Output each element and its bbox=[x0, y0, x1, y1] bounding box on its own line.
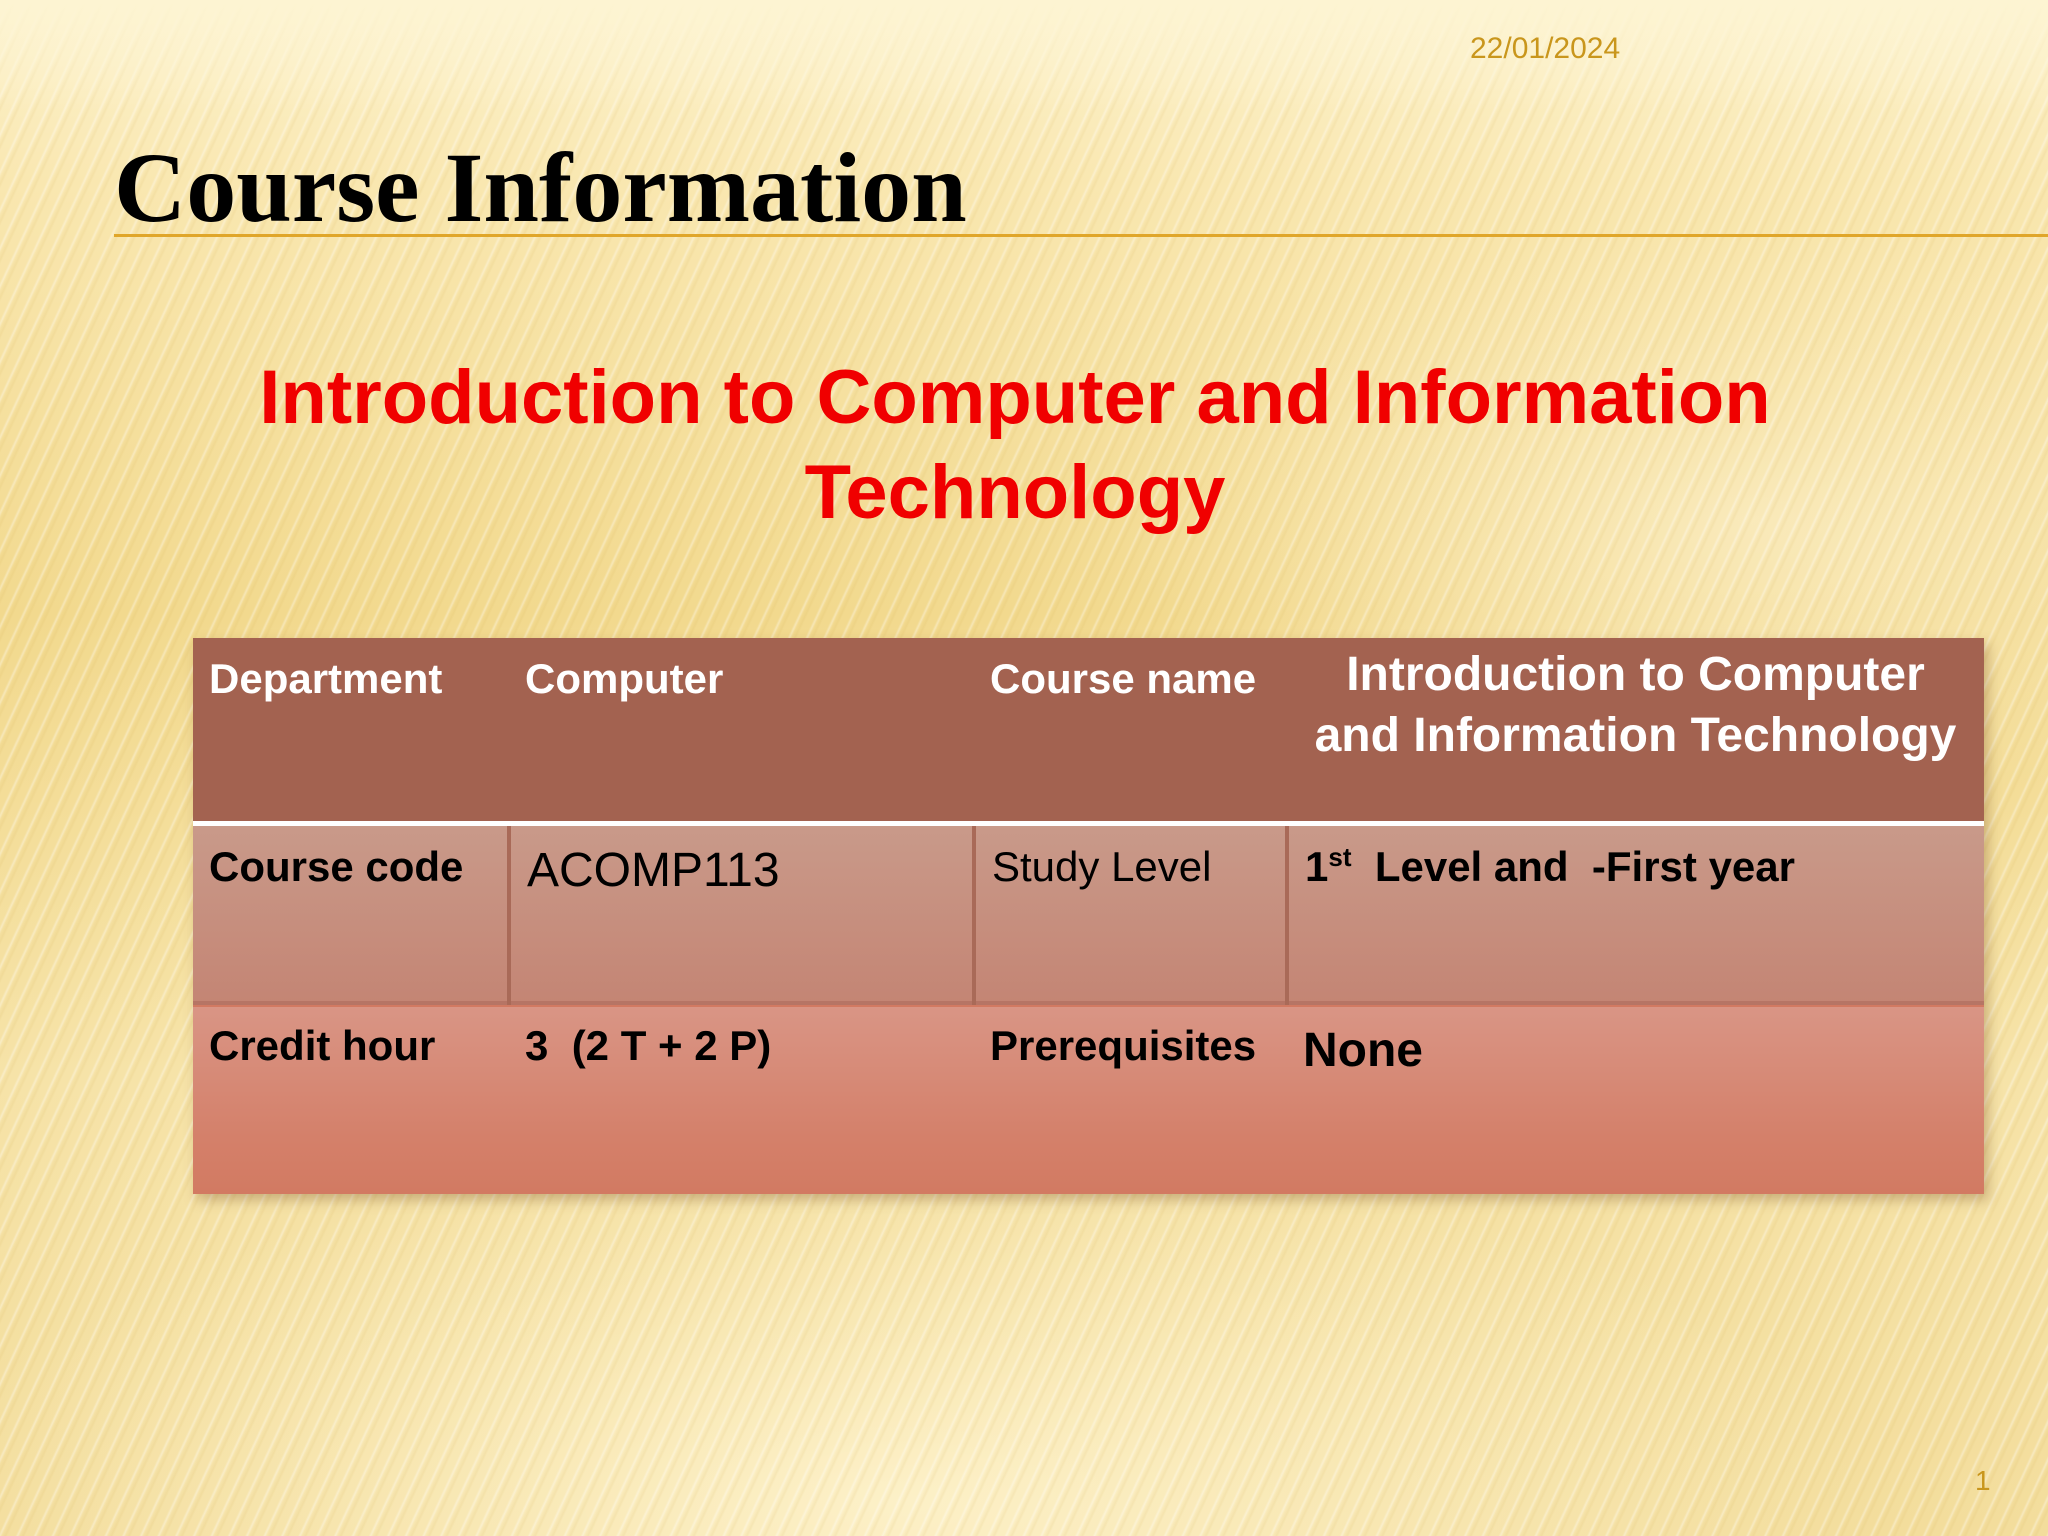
course-code-value: ACOMP113 bbox=[509, 823, 976, 1003]
credit-hour-label: Credit hour bbox=[209, 1022, 436, 1069]
course-name-value: Introduction to Computer and Information… bbox=[1314, 648, 1957, 762]
course-info-table: Department Computer Course name Introduc… bbox=[193, 638, 1984, 1194]
slide-title: Course Information bbox=[114, 132, 967, 243]
page-number: 1 bbox=[1975, 1465, 1991, 1496]
prerequisites-value: None bbox=[1303, 1024, 1423, 1077]
prerequisites-label: Prerequisites bbox=[990, 1022, 1257, 1069]
study-level-label: Study Level bbox=[974, 823, 1289, 1003]
study-level-number: 1 bbox=[1305, 842, 1329, 890]
study-level-text: Level and -First year bbox=[1351, 842, 1795, 890]
course-code-label: Course code bbox=[193, 823, 511, 1003]
slide-date: 22/01/2024 bbox=[1470, 32, 1621, 65]
study-level-value: 1st Level and -First year bbox=[1287, 823, 1984, 1003]
credit-hour-value: 3 (2 T + 2 P) bbox=[525, 1022, 772, 1069]
course-title: Introduction to Computer and Information… bbox=[259, 355, 1771, 535]
department-value: Computer bbox=[525, 655, 724, 702]
course-name-label: Course name bbox=[990, 655, 1257, 702]
table-row: Course code ACOMP113 Study Level 1st Lev… bbox=[193, 823, 1984, 1003]
study-level-suffix: st bbox=[1328, 841, 1352, 872]
table-row: Credit hour 3 (2 T + 2 P) Prerequisites … bbox=[193, 1003, 1984, 1194]
title-divider bbox=[114, 234, 2048, 237]
slide-top-fade bbox=[0, 0, 2048, 110]
department-label: Department bbox=[209, 655, 443, 702]
table-row: Department Computer Course name Introduc… bbox=[193, 638, 1984, 823]
